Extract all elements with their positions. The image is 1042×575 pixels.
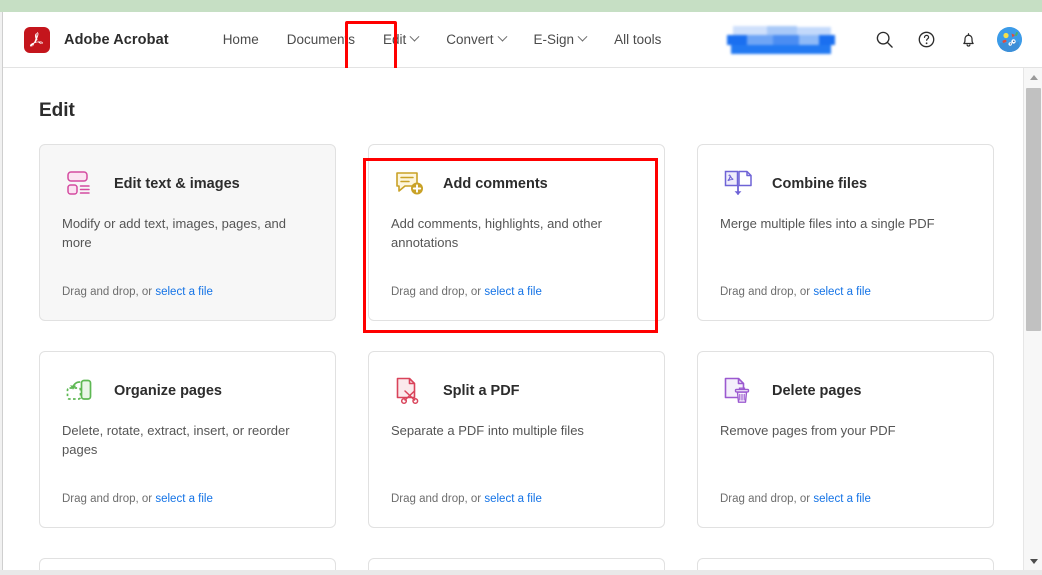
card-combine-files[interactable]: Combine files Merge multiple files into …: [697, 144, 994, 321]
main-content: Edit Edit text & images Modify or add te…: [3, 68, 1023, 570]
header-actions: [727, 23, 1022, 57]
card-header: Edit text & images: [62, 167, 313, 201]
card-description: Separate a PDF into multiple files: [391, 423, 584, 438]
card-title: Split a PDF: [443, 383, 520, 399]
card-description: Merge multiple files into a single PDF: [720, 216, 935, 231]
card-title: Organize pages: [114, 383, 222, 399]
nav-item-all-tools-label: All tools: [614, 32, 662, 47]
nav-item-documents-label: Documents: [286, 32, 355, 47]
chevron-up-icon: [1029, 74, 1038, 80]
nav-item-all-tools[interactable]: All tools: [600, 12, 675, 68]
card-header: Combine files: [720, 167, 971, 201]
add-comments-icon: [391, 167, 429, 201]
card-header: Add comments: [391, 167, 642, 201]
card-row3-placeholder[interactable]: [39, 558, 336, 570]
browser-bottom-edge: [0, 570, 1042, 575]
chevron-down-icon: [497, 31, 507, 42]
card-footer: Drag and drop, or select a file: [720, 286, 871, 298]
brand-name: Adobe Acrobat: [64, 31, 169, 48]
drag-drop-text: Drag and drop, or: [62, 286, 156, 298]
drag-drop-text: Drag and drop, or: [720, 493, 814, 505]
card-split-pdf[interactable]: Split a PDF Separate a PDF into multiple…: [368, 351, 665, 528]
nav-item-home[interactable]: Home: [209, 12, 273, 68]
select-a-file-link[interactable]: select a file: [155, 493, 213, 505]
acrobat-web-app: Adobe Acrobat Home Documents Edit Conver…: [0, 0, 1042, 575]
avatar[interactable]: [997, 27, 1022, 52]
select-a-file-link[interactable]: select a file: [155, 286, 213, 298]
drag-drop-text: Drag and drop, or: [720, 286, 814, 298]
card-description: Delete, rotate, extract, insert, or reor…: [62, 423, 290, 457]
tool-card-grid: Edit text & images Modify or add text, i…: [39, 144, 1023, 570]
card-row3-placeholder[interactable]: [368, 558, 665, 570]
nav-item-documents[interactable]: Documents: [273, 12, 369, 68]
nav-item-home-label: Home: [222, 32, 259, 47]
split-pdf-icon: [391, 374, 429, 408]
card-description: Modify or add text, images, pages, and m…: [62, 216, 287, 250]
nav-item-edit[interactable]: Edit: [369, 12, 432, 68]
chevron-down-icon: [577, 31, 588, 42]
search-icon[interactable]: [867, 23, 901, 57]
page-title: Edit: [39, 100, 75, 121]
card-footer: Drag and drop, or select a file: [720, 493, 871, 505]
card-organize-pages[interactable]: Organize pages Delete, rotate, extract, …: [39, 351, 336, 528]
card-description: Remove pages from your PDF: [720, 423, 896, 438]
drag-drop-text: Drag and drop, or: [391, 493, 485, 505]
card-header: Split a PDF: [391, 374, 642, 408]
help-icon[interactable]: [909, 23, 943, 57]
chevron-down-icon: [409, 31, 420, 42]
notifications-bell-icon[interactable]: [951, 23, 985, 57]
card-footer: Drag and drop, or select a file: [62, 286, 213, 298]
redacted-account-name: [727, 25, 837, 54]
scroll-up-button[interactable]: [1024, 68, 1042, 86]
app-header: Adobe Acrobat Home Documents Edit Conver…: [3, 12, 1042, 68]
card-description: Add comments, highlights, and other anno…: [391, 216, 603, 250]
browser-top-strip: [0, 0, 1042, 12]
nav-item-edit-label: Edit: [382, 32, 407, 47]
card-title: Delete pages: [772, 383, 862, 399]
card-header: Delete pages: [720, 374, 971, 408]
brand[interactable]: Adobe Acrobat: [24, 26, 169, 53]
vertical-scrollbar[interactable]: [1023, 68, 1042, 570]
card-add-comments[interactable]: Add comments Add comments, highlights, a…: [368, 144, 665, 321]
acrobat-logo-icon: [24, 26, 50, 53]
combine-files-icon: [720, 167, 758, 201]
select-a-file-link[interactable]: select a file: [484, 493, 542, 505]
card-row3-placeholder[interactable]: [697, 558, 994, 570]
main-nav: Home Documents Edit Convert E-Sign All t…: [209, 12, 676, 68]
card-title: Edit text & images: [114, 176, 240, 192]
organize-pages-icon: [62, 374, 100, 408]
delete-pages-icon: [720, 374, 758, 408]
select-a-file-link[interactable]: select a file: [484, 286, 542, 298]
select-a-file-link[interactable]: select a file: [813, 286, 871, 298]
nav-item-convert-label: Convert: [446, 32, 494, 47]
card-delete-pages[interactable]: Delete pages Remove pages from your PDF …: [697, 351, 994, 528]
nav-item-esign-label: E-Sign: [533, 32, 575, 47]
select-a-file-link[interactable]: select a file: [813, 493, 871, 505]
card-footer: Drag and drop, or select a file: [391, 493, 542, 505]
card-title: Combine files: [772, 176, 868, 192]
card-edit-text-images[interactable]: Edit text & images Modify or add text, i…: [39, 144, 336, 321]
scrollbar-thumb[interactable]: [1026, 88, 1041, 331]
scroll-down-button[interactable]: [1024, 552, 1042, 570]
chevron-down-icon: [1029, 558, 1038, 564]
nav-item-convert[interactable]: Convert: [432, 12, 519, 68]
card-title: Add comments: [443, 176, 548, 192]
card-footer: Drag and drop, or select a file: [391, 286, 542, 298]
edit-text-images-icon: [62, 167, 100, 201]
nav-item-esign[interactable]: E-Sign: [520, 12, 601, 68]
drag-drop-text: Drag and drop, or: [62, 493, 156, 505]
drag-drop-text: Drag and drop, or: [391, 286, 485, 298]
card-footer: Drag and drop, or select a file: [62, 493, 213, 505]
card-header: Organize pages: [62, 374, 313, 408]
